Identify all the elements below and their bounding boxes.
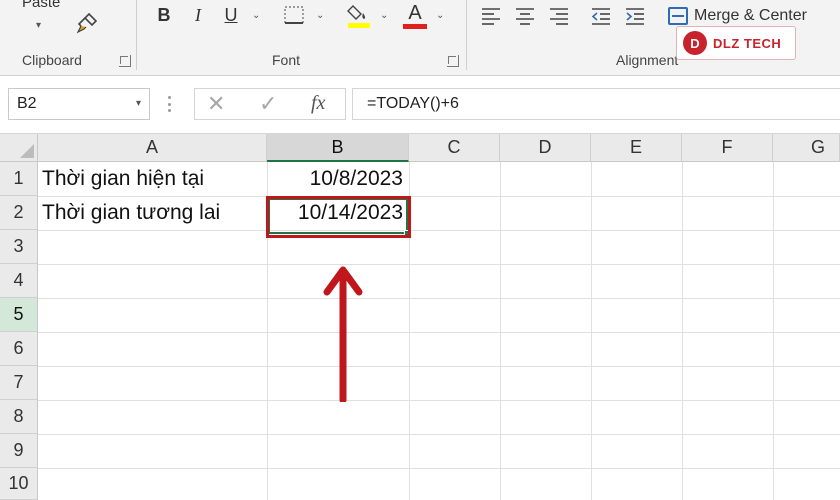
column-header-e[interactable]: E <box>591 134 682 162</box>
row-header-5[interactable]: 5 <box>0 298 38 332</box>
cell-b1[interactable]: 10/8/2023 <box>267 162 409 196</box>
name-box-dropdown-icon[interactable]: ▾ <box>136 89 141 119</box>
gridline <box>38 366 840 367</box>
row-header-6[interactable]: 6 <box>0 332 38 366</box>
gridline <box>38 230 840 231</box>
formula-text: =TODAY()+6 <box>367 95 459 112</box>
row-header-3[interactable]: 3 <box>0 230 38 264</box>
group-divider <box>136 0 137 70</box>
font-color-glyph: A <box>408 2 422 24</box>
column-header-a[interactable]: A <box>38 134 267 162</box>
dlz-logo-icon: D <box>683 31 707 55</box>
ribbon: Paste ▾ Clipboard B I U ⌄ ⌄ ⌄ A ⌄ Font M… <box>0 0 840 76</box>
formula-bar-grip-icon[interactable] <box>168 96 172 112</box>
align-center-icon[interactable] <box>514 6 536 26</box>
row-header-1[interactable]: 1 <box>0 162 38 196</box>
cancel-icon[interactable]: ✕ <box>207 91 225 117</box>
gridline <box>38 468 840 469</box>
merge-center-button[interactable]: Merge & Center <box>668 4 807 28</box>
fill-color-icon[interactable] <box>346 2 372 30</box>
font-color-icon[interactable]: A <box>402 2 428 30</box>
gridline <box>38 434 840 435</box>
insert-function-icon[interactable]: fx <box>311 92 325 115</box>
font-group-label: Font <box>272 52 301 68</box>
bold-button[interactable]: B <box>154 4 174 26</box>
clipboard-launcher-icon[interactable] <box>119 55 131 67</box>
italic-button[interactable]: I <box>188 4 208 26</box>
formula-bar: B2 ▾ ✕ ✓ fx =TODAY()+6 <box>0 76 840 134</box>
cell-a2[interactable]: Thời gian tương lai <box>38 196 267 230</box>
align-right-icon[interactable] <box>548 6 570 26</box>
worksheet-grid[interactable]: A B C D E F G 1 2 3 4 5 6 7 8 9 10 Thời … <box>0 134 840 500</box>
row-header-8[interactable]: 8 <box>0 400 38 434</box>
gridline <box>38 332 840 333</box>
column-header-d[interactable]: D <box>500 134 591 162</box>
gridline <box>773 162 774 500</box>
name-box-value: B2 <box>17 95 37 112</box>
cell-a1[interactable]: Thời gian hiện tại <box>38 162 267 196</box>
row-header-2[interactable]: 2 <box>0 196 38 230</box>
column-header-g[interactable]: G <box>773 134 840 162</box>
merge-center-icon <box>668 7 688 25</box>
dlz-tech-watermark: D DLZ TECH <box>676 26 796 60</box>
row-header-4[interactable]: 4 <box>0 264 38 298</box>
paste-button-label[interactable]: Paste <box>22 0 60 11</box>
row-header-7[interactable]: 7 <box>0 366 38 400</box>
enter-icon[interactable]: ✓ <box>259 91 277 117</box>
watermark-text: DLZ TECH <box>713 35 782 51</box>
column-header-f[interactable]: F <box>682 134 773 162</box>
gridline <box>591 162 592 500</box>
formula-input[interactable]: =TODAY()+6 <box>352 88 840 120</box>
font-color-swatch <box>403 24 427 29</box>
alignment-group-label: Alignment <box>616 52 679 68</box>
column-header-c[interactable]: C <box>409 134 500 162</box>
column-header-b[interactable]: B <box>267 134 409 162</box>
highlight-box <box>266 196 411 238</box>
gridline <box>38 298 840 299</box>
select-all-corner[interactable] <box>0 134 38 162</box>
borders-dropdown-icon[interactable]: ⌄ <box>316 10 324 21</box>
merge-center-label: Merge & Center <box>694 7 807 24</box>
gridline <box>38 264 840 265</box>
up-arrow-annotation <box>323 266 363 402</box>
borders-icon[interactable] <box>283 5 305 25</box>
align-left-icon[interactable] <box>480 6 502 26</box>
underline-button[interactable]: U <box>221 4 241 26</box>
clipboard-group-label: Clipboard <box>22 52 82 68</box>
gridline <box>500 162 501 500</box>
underline-dropdown-icon[interactable]: ⌄ <box>252 10 260 21</box>
decrease-indent-icon[interactable] <box>590 6 612 26</box>
formula-bar-buttons: ✕ ✓ fx <box>194 88 346 120</box>
row-header-10[interactable]: 10 <box>0 468 38 500</box>
font-launcher-icon[interactable] <box>447 55 459 67</box>
increase-indent-icon[interactable] <box>624 6 646 26</box>
gridline <box>38 400 840 401</box>
group-divider <box>466 0 467 70</box>
fill-color-dropdown-icon[interactable]: ⌄ <box>380 10 388 21</box>
name-box[interactable]: B2 ▾ <box>8 88 150 120</box>
paste-dropdown-icon[interactable]: ▾ <box>36 20 41 31</box>
font-color-dropdown-icon[interactable]: ⌄ <box>436 10 444 21</box>
format-painter-icon[interactable] <box>74 10 100 36</box>
row-header-9[interactable]: 9 <box>0 434 38 468</box>
gridline <box>682 162 683 500</box>
